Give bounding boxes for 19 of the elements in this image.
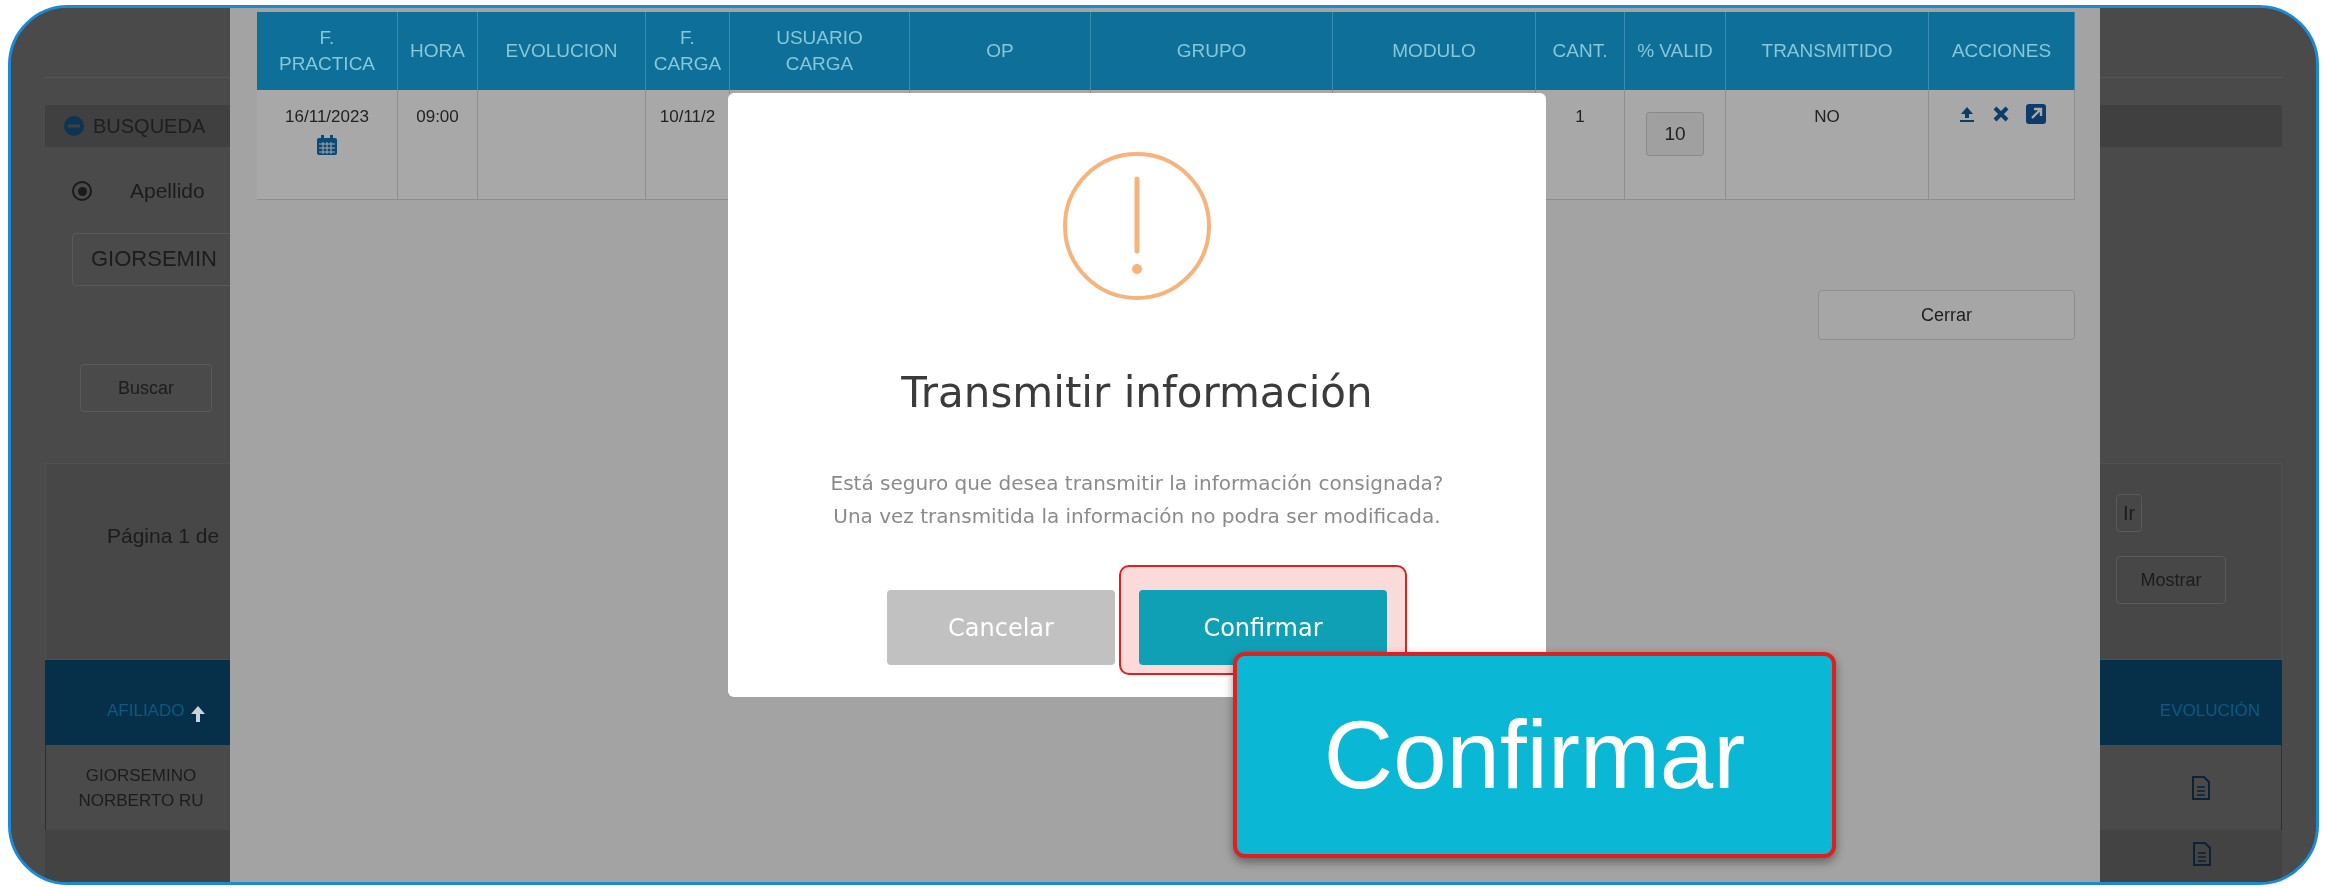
close-button[interactable]: Cerrar bbox=[1818, 290, 2075, 340]
table-cell: 10/11/2 bbox=[646, 90, 730, 200]
warning-icon bbox=[1062, 151, 1212, 301]
delete-icon[interactable] bbox=[1991, 105, 2010, 123]
open-external-icon[interactable] bbox=[2025, 104, 2046, 124]
radio-button[interactable] bbox=[72, 181, 92, 202]
table-cell: 09:00 bbox=[398, 90, 478, 200]
date-text: 16/11/2023 bbox=[285, 106, 369, 128]
upload-icon[interactable] bbox=[1957, 105, 1976, 123]
sort-up-icon[interactable] bbox=[190, 705, 207, 724]
callout-label: Confirmar bbox=[1233, 652, 1836, 858]
table-cell: NO bbox=[1726, 90, 1929, 200]
dialog-message: Está seguro que desea transmitir la información consignada? Una vez transmitida la información no podra ser modificada. bbox=[830, 470, 1444, 530]
cancel-button[interactable]: Cancelar bbox=[887, 590, 1115, 665]
column-header[interactable]: EVOLUCIÓN bbox=[2159, 697, 2260, 724]
column-header[interactable]: AFILIADO bbox=[107, 697, 185, 724]
dialog-title: Transmitir información bbox=[901, 367, 1373, 419]
calendar-icon[interactable] bbox=[316, 133, 338, 156]
percent-field[interactable]: 10 bbox=[1646, 112, 1704, 156]
